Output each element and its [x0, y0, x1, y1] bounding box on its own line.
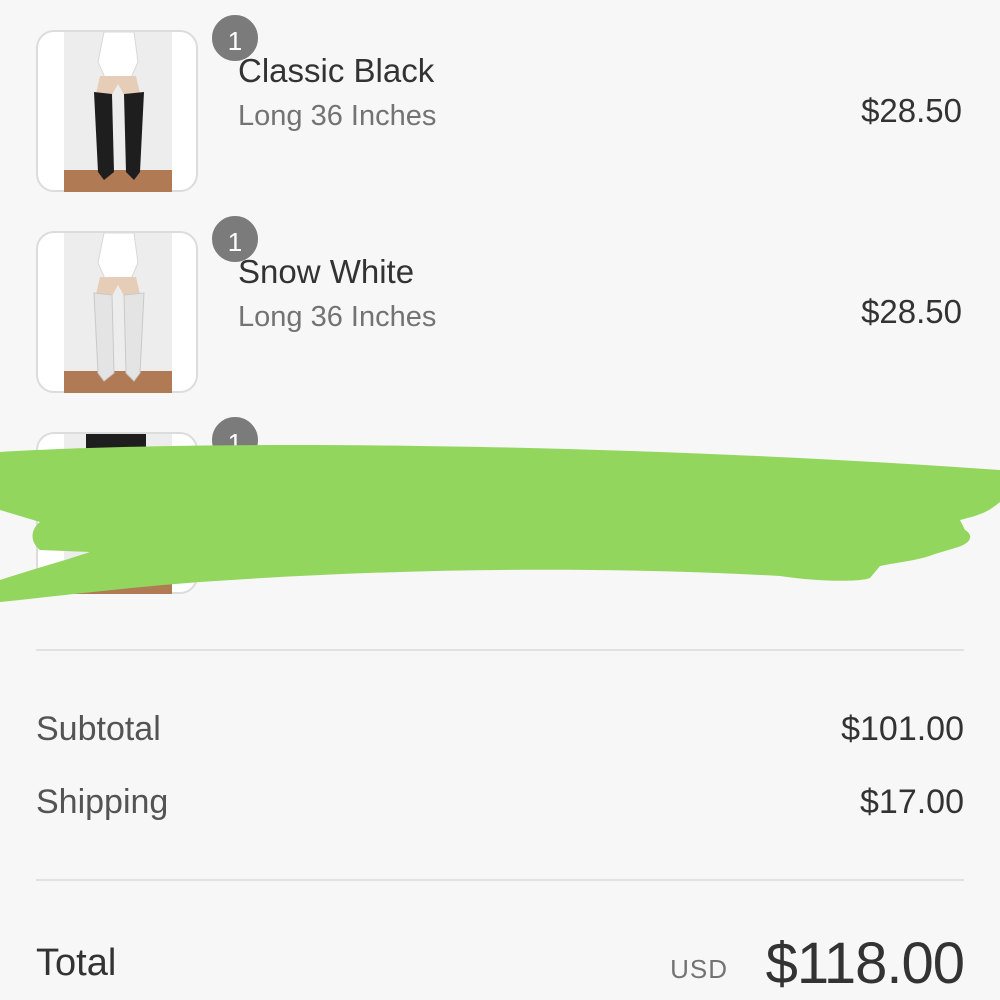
total-value: $118.00: [765, 931, 965, 996]
subtotal-label: Subtotal: [36, 710, 161, 748]
product-thumbnail: 1: [36, 12, 261, 192]
product-name: Snow White: [238, 253, 415, 290]
product-name: Classic Black: [238, 52, 435, 89]
line-item: 1: [0, 414, 1000, 602]
total-currency: USD: [670, 954, 728, 984]
quantity-badge: 1: [209, 414, 261, 466]
shipping-label: Shipping: [36, 783, 169, 821]
product-price: $28.50: [861, 293, 962, 330]
product-photo: [64, 434, 172, 594]
line-item: 1 Classic Black Long 36 Inches $28.50: [0, 12, 1000, 200]
product-photo: [64, 233, 172, 393]
shipping-value: $17.00: [860, 783, 964, 821]
shipping-row: Shipping $17.00: [36, 783, 964, 827]
subtotal-row: Subtotal $101.00: [36, 710, 964, 754]
product-photo: [64, 32, 172, 192]
total-label: Total: [36, 942, 117, 984]
product-variant: Long 36 Inches: [238, 301, 437, 333]
subtotal-value: $101.00: [841, 710, 964, 748]
line-item: 1 Snow White Long 36 Inches $28.50: [0, 213, 1000, 401]
checkout-order-summary: 1 Classic Black Long 36 Inches $28.50 1 …: [0, 0, 1000, 1000]
product-variant: Long 36 Inches: [238, 100, 437, 132]
total-row: Total USD $118.00: [36, 930, 965, 1000]
product-price: $28.50: [861, 92, 962, 129]
product-thumbnail: 1: [36, 213, 261, 393]
section-divider: [36, 649, 964, 651]
section-divider: [36, 879, 964, 881]
product-thumbnail: 1: [36, 414, 261, 594]
